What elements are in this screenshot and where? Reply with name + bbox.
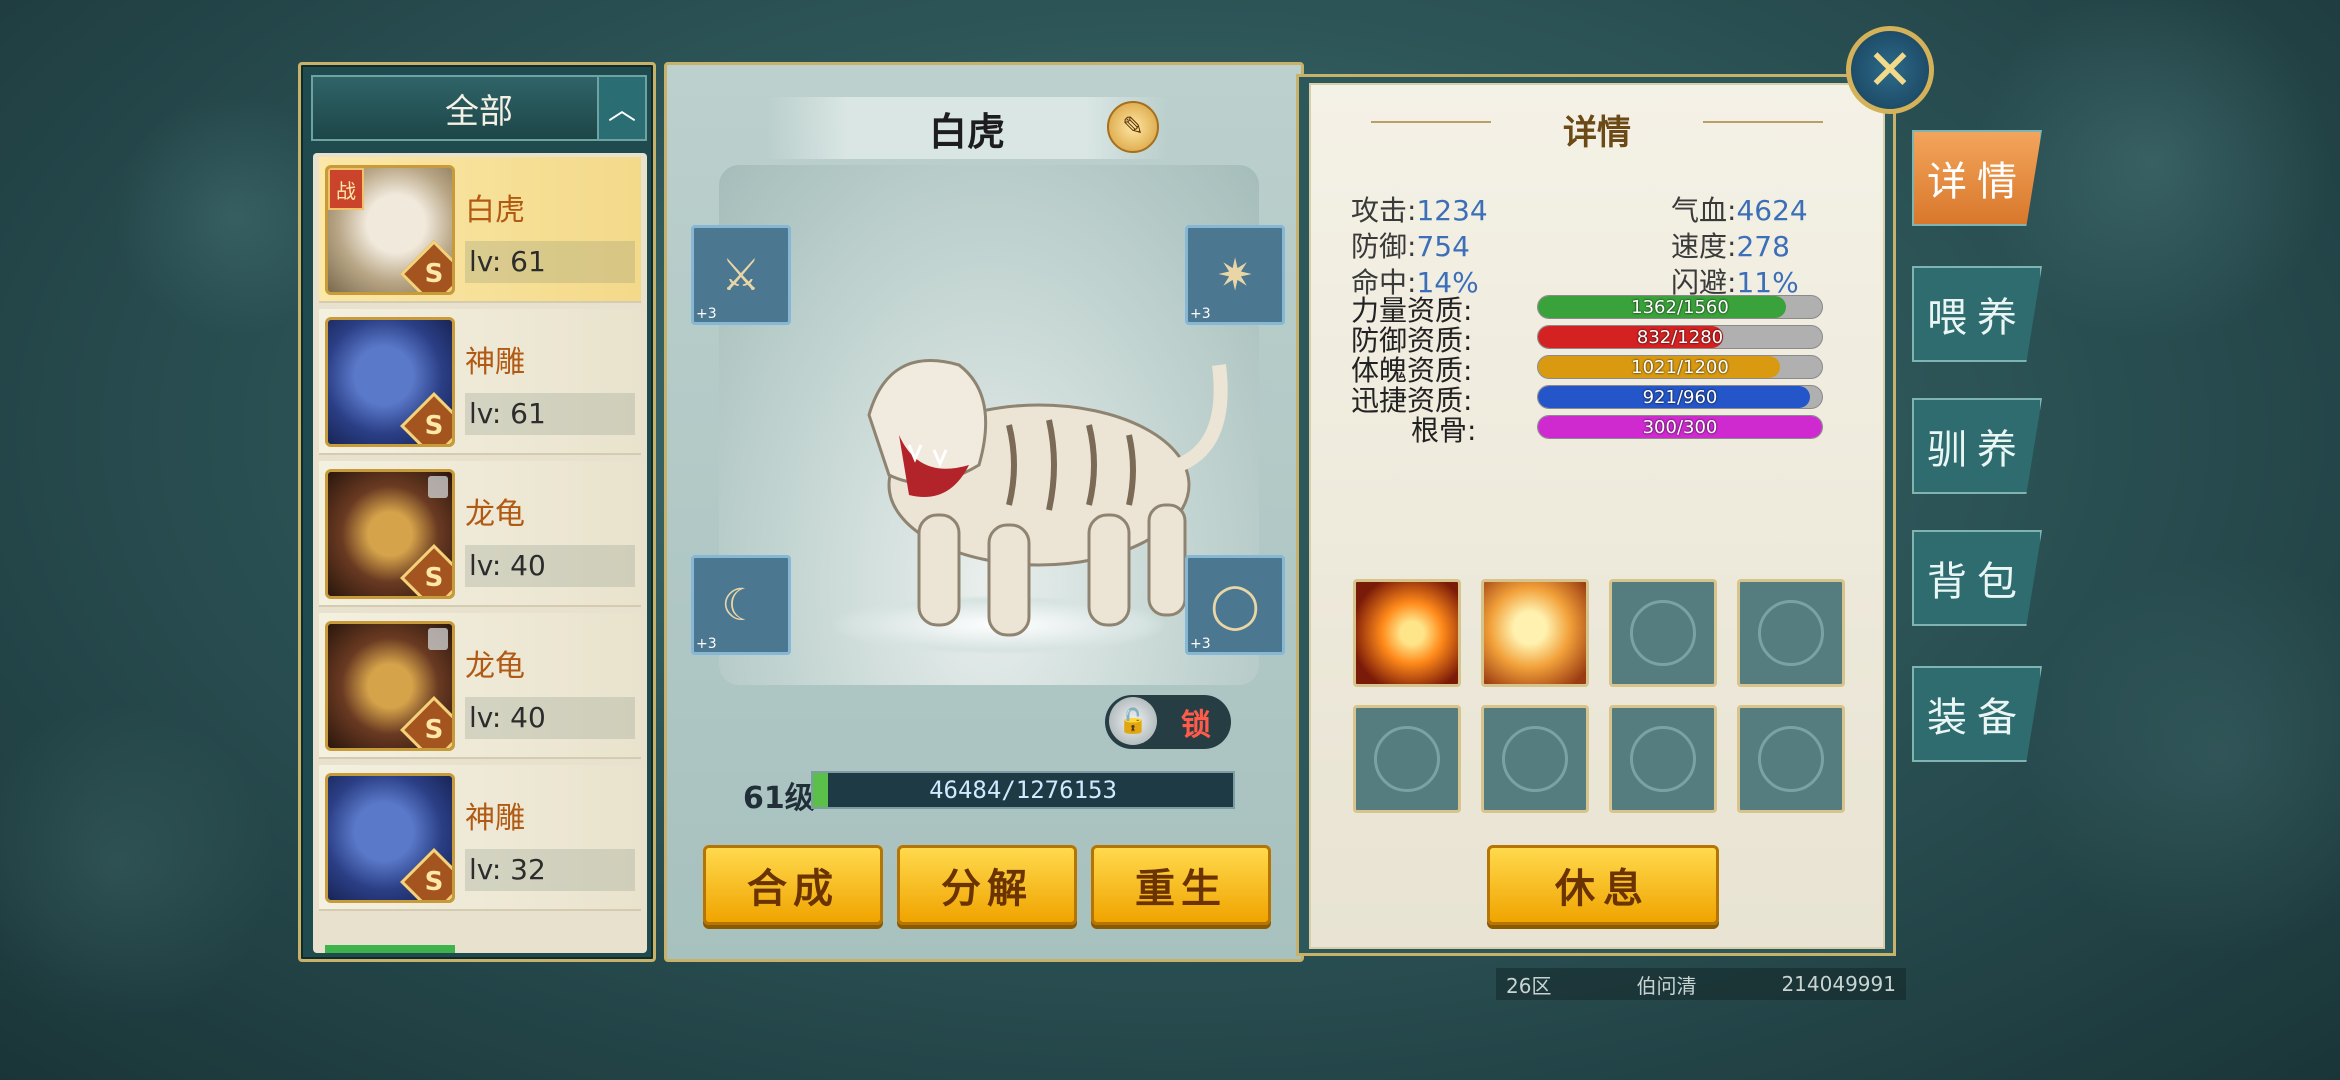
enhance-level: +3: [696, 306, 717, 322]
pet-list-item[interactable]: S 龙龟 lv: 40: [319, 613, 641, 759]
player-name: 伯问清: [1636, 973, 1697, 998]
aptitude-value: 1021/1200: [1631, 356, 1729, 378]
aptitude-bar: 1021/1200: [1537, 355, 1823, 379]
stat-attack: 攻击:1234: [1351, 194, 1488, 227]
pet-avatar: S: [325, 773, 455, 903]
aptitude-bar: 921/960: [1537, 385, 1823, 409]
equip-slot-armor[interactable]: ✷ +3: [1185, 225, 1285, 325]
lock-icon: 🔓: [1109, 697, 1157, 745]
equip-slot-amulet[interactable]: ☾ +3: [691, 555, 791, 655]
exp-bar: 46484/1276153: [811, 771, 1235, 809]
pet-title: 白虎: [928, 109, 1005, 154]
grade-badge: S: [400, 240, 452, 292]
pencil-icon: ✎: [1122, 112, 1144, 142]
aptitude-value: 832/1280: [1636, 326, 1724, 348]
white-tiger-model: [867, 359, 1228, 637]
pet-list-item[interactable]: S 神雕 lv: 61: [319, 309, 641, 455]
edit-name-button[interactable]: ✎: [1107, 101, 1159, 153]
club-icon: ⚔: [721, 249, 761, 301]
grade-badge: S: [400, 848, 452, 900]
pet-avatar: S: [325, 317, 455, 447]
grade-badge: S: [400, 544, 452, 596]
aptitude-value: 300/300: [1642, 416, 1718, 438]
claw-amulet-icon: ☾: [721, 579, 761, 631]
aptitude-value: 1362/1560: [1631, 296, 1729, 318]
aptitude-bar: 1362/1560: [1537, 295, 1823, 319]
details-panel: 详情 攻击:1234 气血:4624 防御:754 速度:278 命中:14% …: [1296, 74, 1896, 956]
enhance-level: +3: [1190, 306, 1211, 322]
pet-list-item[interactable]: S 龙龟 lv: 40: [319, 461, 641, 607]
pet-list-item[interactable]: S 神雕 lv: 32: [319, 765, 641, 911]
chevron-up-icon[interactable]: ︿: [597, 77, 645, 139]
battle-tag: 战: [328, 168, 364, 210]
skill-slot-empty[interactable]: [1737, 579, 1845, 687]
skill-slot-fire-bird[interactable]: [1353, 579, 1461, 687]
pet-avatar: 战 S: [325, 165, 455, 295]
close-button[interactable]: ✕: [1846, 26, 1934, 114]
skill-slot-empty[interactable]: [1353, 705, 1461, 813]
pet-stage: [719, 165, 1259, 685]
close-icon: ✕: [1866, 37, 1914, 103]
exp-text: 46484/1276153: [929, 776, 1117, 804]
skill-slot-empty[interactable]: [1481, 705, 1589, 813]
pet-list-panel: 全部 ︿ 战 S 白虎 lv: 61 S 神雕 lv: 61 S 龙龟 lv: …: [298, 62, 656, 962]
necklace-icon: ◯: [1210, 579, 1260, 631]
skill-slot-golden-lion[interactable]: [1481, 579, 1589, 687]
tab-feed[interactable]: 喂养: [1912, 266, 2042, 362]
enhance-level: +3: [1190, 636, 1211, 652]
aptitude-bar: 832/1280: [1537, 325, 1823, 349]
aptitude-value: 921/960: [1642, 386, 1718, 408]
tab-bag[interactable]: 背包: [1912, 530, 2042, 626]
filter-dropdown[interactable]: 全部 ︿: [311, 75, 647, 141]
lock-label: 锁: [1181, 708, 1211, 743]
stat-hp: 气血:4624: [1671, 194, 1808, 227]
lock-icon: [428, 476, 448, 498]
filter-label: 全部: [445, 91, 513, 132]
rest-button[interactable]: 休息: [1487, 845, 1719, 925]
combine-button[interactable]: 合成: [703, 845, 883, 925]
details-title: 详情: [1563, 113, 1631, 153]
pet-name: 白虎: [465, 193, 525, 228]
lock-icon: [428, 628, 448, 650]
rebirth-button[interactable]: 重生: [1091, 845, 1271, 925]
pet-showcase-panel: 白虎 ✎ ⚔ +3 ✷ +3 ☾ +3 ◯ +3 🔓 锁 61级 46484/1…: [664, 62, 1304, 962]
pet-list[interactable]: 战 S 白虎 lv: 61 S 神雕 lv: 61 S 龙龟 lv: 40 S: [313, 153, 647, 953]
grade-badge: S: [400, 696, 452, 748]
pet-avatar: S: [325, 469, 455, 599]
spiked-armor-icon: ✷: [1216, 249, 1254, 301]
skill-slot-empty[interactable]: [1609, 579, 1717, 687]
pet-name: 龙龟: [465, 649, 525, 684]
equip-slot-necklace[interactable]: ◯ +3: [1185, 555, 1285, 655]
tab-details[interactable]: 详情: [1912, 130, 2042, 226]
pet-level: lv: 40: [465, 697, 635, 739]
enhance-level: +3: [696, 636, 717, 652]
details-content: 详情 攻击:1234 气血:4624 防御:754 速度:278 命中:14% …: [1309, 83, 1885, 949]
pet-level: lv: 40: [465, 545, 635, 587]
stat-defense: 防御:754: [1351, 230, 1470, 263]
pet-list-item[interactable]: 战 S 白虎 lv: 61: [319, 157, 641, 303]
pet-name: 龙龟: [465, 497, 525, 532]
skill-slot-empty[interactable]: [1609, 705, 1717, 813]
grade-badge: S: [400, 392, 452, 444]
pet-level: lv: 32: [465, 849, 635, 891]
lock-toggle[interactable]: 🔓 锁: [1105, 695, 1231, 749]
tab-equipment[interactable]: 装备: [1912, 666, 2042, 762]
pet-level: lv: 61: [465, 393, 635, 435]
stat-speed: 速度:278: [1671, 230, 1790, 263]
pet-name: 神雕: [465, 801, 525, 836]
pet-avatar: S: [325, 621, 455, 751]
tab-train[interactable]: 驯养: [1912, 398, 2042, 494]
pet-name: 神雕: [465, 345, 525, 380]
player-info-bar: 26区 伯问清 214049991: [1496, 968, 1906, 1000]
equip-slot-weapon[interactable]: ⚔ +3: [691, 225, 791, 325]
pet-level-label: 61级: [743, 781, 815, 816]
skill-slot-empty[interactable]: [1737, 705, 1845, 813]
aptitude-label: 根骨:: [1411, 414, 1477, 447]
player-id: 214049991: [1781, 972, 1896, 996]
decompose-button[interactable]: 分解: [897, 845, 1077, 925]
pet-level: lv: 61: [465, 241, 635, 283]
server-label: 26区: [1506, 973, 1552, 998]
next-item-sliver: [325, 945, 455, 953]
aptitude-bar: 300/300: [1537, 415, 1823, 439]
